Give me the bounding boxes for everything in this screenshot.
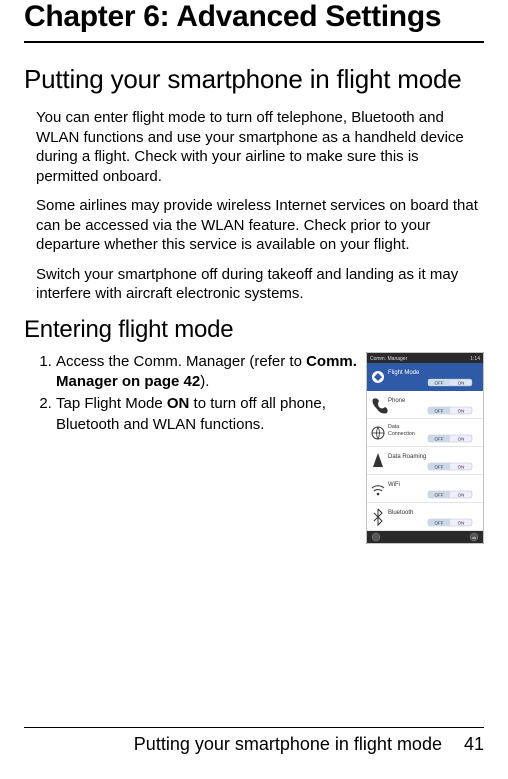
row-label: Bluetooth: [388, 510, 413, 516]
page-number: 41: [464, 734, 484, 755]
ordered-steps: Access the Comm. Manager (refer to Comm.…: [24, 352, 358, 437]
toggle-off: OFF: [435, 380, 444, 385]
list-item: Access the Comm. Manager (refer to Comm.…: [56, 352, 358, 393]
toggle-off: OFF: [435, 492, 444, 497]
step-text: ).: [200, 373, 209, 390]
emphasis: ON: [167, 395, 190, 412]
footer-title: Putting your smartphone in flight mode: [134, 734, 442, 755]
toggle-off: OFF: [435, 436, 444, 441]
subsection-title: Entering flight mode: [24, 316, 484, 344]
row-label: Data Roaming: [388, 454, 426, 460]
row-label-line2: Connection: [388, 431, 415, 437]
paragraph: Switch your smartphone off during takeof…: [24, 265, 484, 304]
phone-screenshot: Comm. Manager 1:14 Flight Mode OFF ON Ph…: [366, 352, 484, 544]
toggle-off: OFF: [435, 464, 444, 469]
paragraph: Some airlines may provide wireless Inter…: [24, 196, 484, 255]
footer-rule: [24, 727, 484, 728]
toggle-on: ON: [458, 408, 465, 413]
list-item: Tap Flight Mode ON to turn off all phone…: [56, 394, 358, 435]
section-title: Putting your smartphone in flight mode: [24, 65, 484, 95]
chapter-title: Chapter 6: Advanced Settings: [24, 0, 484, 35]
toggle-off: OFF: [435, 408, 444, 413]
row-label: Flight Mode: [388, 370, 420, 376]
toggle-on: ON: [458, 464, 465, 469]
row-label: WiFi: [388, 482, 400, 488]
steps-with-figure: Access the Comm. Manager (refer to Comm.…: [24, 352, 484, 544]
paragraph: You can enter flight mode to turn off te…: [24, 108, 484, 186]
toggle-on: ON: [458, 492, 465, 497]
start-icon: [372, 533, 380, 541]
svg-text:ok: ok: [472, 536, 476, 540]
toggle-on: ON: [458, 520, 465, 525]
step-text: Access the Comm. Manager (refer to: [56, 353, 306, 370]
toggle-on: ON: [458, 436, 465, 441]
screenshot-title: Comm. Manager: [370, 356, 408, 362]
screenshot-time: 1:14: [470, 356, 480, 362]
toggle-off: OFF: [435, 520, 444, 525]
page-footer: Putting your smartphone in flight mode 4…: [24, 727, 484, 755]
step-text: Tap Flight Mode: [56, 395, 167, 412]
chapter-rule: [24, 41, 484, 43]
row-label-line1: Data: [388, 424, 399, 430]
toggle-on: ON: [458, 380, 465, 385]
row-label: Phone: [388, 398, 406, 404]
page: Chapter 6: Advanced Settings Putting you…: [0, 0, 508, 779]
